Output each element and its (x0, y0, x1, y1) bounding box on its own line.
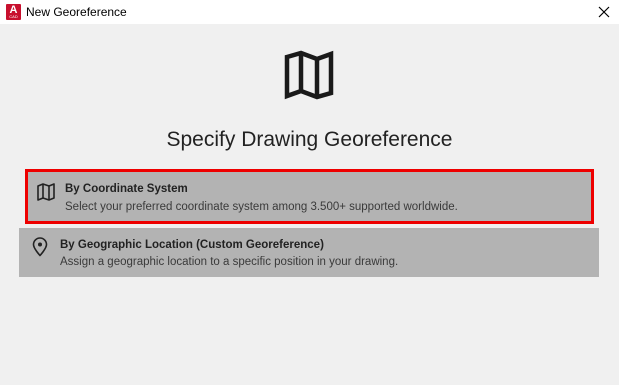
title-bar: A CAD New Georeference (0, 0, 619, 24)
page-heading: Specify Drawing Georeference (166, 128, 453, 151)
option-description: Assign a geographic location to a specif… (60, 256, 399, 268)
app-icon-sub: CAD (9, 14, 18, 19)
map-icon (37, 183, 55, 201)
option-by-geographic-location[interactable]: By Geographic Location (Custom Georefere… (19, 228, 599, 277)
option-title: By Coordinate System (65, 183, 188, 195)
window-title: New Georeference (26, 5, 127, 19)
option-title: By Geographic Location (Custom Georefere… (60, 239, 324, 251)
option-by-coordinate-system[interactable]: By Coordinate System Select your preferr… (25, 169, 594, 224)
option-description: Select your preferred coordinate system … (65, 201, 458, 213)
close-button[interactable] (589, 0, 619, 24)
map-icon (284, 50, 334, 100)
location-pin-icon (32, 237, 48, 257)
close-icon (598, 6, 610, 18)
app-icon: A CAD (6, 4, 21, 20)
